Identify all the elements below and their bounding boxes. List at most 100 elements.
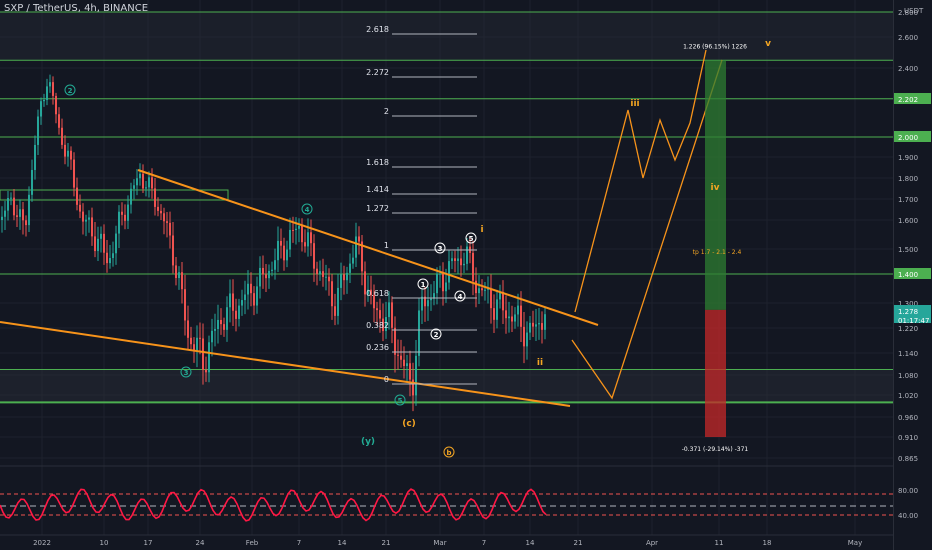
candle-body: [511, 316, 513, 322]
candle-body: [148, 177, 150, 188]
candle-body: [196, 337, 198, 351]
wave-label: iv: [711, 183, 720, 193]
candle-body: [55, 95, 57, 115]
candle-body: [139, 173, 141, 179]
candle-body: [64, 144, 66, 157]
time-tick-label: Apr: [646, 539, 658, 547]
fib-level-label: 0.618: [366, 289, 389, 298]
candle-body: [508, 316, 510, 319]
candle-body: [526, 332, 528, 347]
tp-label: tp 1.7 - 2.1 - 2.4: [693, 249, 742, 256]
candle-body: [304, 242, 306, 247]
candle-body: [484, 289, 486, 291]
candle-body: [514, 314, 516, 322]
time-tick-label: 10: [100, 539, 109, 547]
wave-projection: [571, 49, 723, 400]
candle-body: [532, 322, 534, 327]
loss-zone: [705, 309, 726, 437]
candle-body: [319, 271, 321, 275]
time-tick-label: 7: [297, 539, 301, 547]
candle-body: [280, 240, 282, 246]
candle-body: [193, 344, 195, 351]
candle-body: [208, 342, 210, 373]
candle-body: [94, 236, 96, 252]
chart-title: SXP / TetherUS, 4h, BINANCE: [4, 3, 149, 14]
candle-body: [517, 305, 519, 315]
wave-label: 3: [438, 245, 443, 253]
candle-body: [163, 213, 165, 222]
candle-body: [271, 269, 273, 271]
candle-body: [34, 144, 36, 170]
candle-body: [472, 252, 474, 281]
candle-body: [1, 216, 3, 220]
candle-body: [19, 209, 21, 217]
candle-body: [172, 235, 174, 266]
candle-body: [388, 302, 390, 318]
wave-label: 5: [469, 235, 474, 243]
candle-body: [10, 197, 12, 199]
time-tick-label: 17: [144, 539, 153, 547]
candle-body: [520, 305, 522, 327]
candle-body: [100, 233, 102, 239]
candle-body: [91, 217, 93, 237]
candle-body: [436, 273, 438, 294]
candle-body: [118, 211, 120, 234]
candle-body: [202, 338, 204, 370]
wave-label: iii: [630, 99, 639, 109]
wave-label: 1: [421, 281, 426, 289]
candle-body: [58, 114, 60, 128]
projection-path-a: [574, 49, 707, 313]
fib-level-label: 0.236: [366, 343, 389, 352]
candle-body: [256, 286, 258, 306]
price-chart[interactable]: 2.618 2.272 2 1.618 1.414 1.272 1 0.618 0.382 0.2…: [0, 0, 932, 550]
fib-level-label: 1: [384, 241, 389, 250]
candle-body: [262, 267, 264, 275]
candle-body: [166, 221, 168, 223]
candle-body: [523, 326, 525, 347]
candle-body: [157, 206, 159, 211]
candle-body: [238, 305, 240, 319]
candle-body: [175, 265, 177, 279]
candle-body: [76, 187, 78, 205]
candle-body: [25, 220, 27, 226]
fib-level-label: 1.414: [366, 185, 389, 194]
candle-body: [244, 294, 246, 301]
horizontal-levels: [0, 11, 893, 404]
candle-body: [463, 263, 465, 266]
candle-body: [340, 274, 342, 288]
candle-body: [151, 177, 153, 189]
candle-body: [154, 188, 156, 207]
candle-body: [88, 217, 90, 220]
candle-body: [535, 324, 537, 327]
candle-body: [292, 229, 294, 231]
wave-label: (y): [361, 437, 375, 447]
candle-body: [394, 327, 396, 355]
candle-body: [136, 178, 138, 186]
candle-body: [130, 188, 132, 205]
candle-body: [187, 320, 189, 338]
candle-body: [325, 276, 327, 278]
candle-body: [31, 169, 33, 195]
candle-body: [541, 323, 543, 330]
candle-body: [133, 185, 135, 189]
candle-body: [460, 258, 462, 266]
time-tick-label: 7: [482, 539, 486, 547]
time-tick-label: Mar: [433, 539, 446, 547]
candle-body: [391, 302, 393, 328]
candle-body: [505, 310, 507, 319]
candle-body: [268, 270, 270, 279]
wave-label: b: [446, 449, 451, 457]
candle-body: [115, 233, 117, 254]
candle-body: [97, 238, 99, 252]
candle-body: [538, 323, 540, 325]
candle-body: [295, 228, 297, 231]
time-axis[interactable]: 2022 10 17 24 Feb 7 14 21 Mar 7 14 21 Apr 11 18 May: [0, 534, 893, 547]
candle-body: [259, 267, 261, 287]
candle-body: [376, 308, 378, 311]
time-tick-label: 24: [196, 539, 205, 547]
candle-body: [403, 359, 405, 367]
fib-level-label: 0: [384, 375, 389, 384]
time-tick-label: 21: [574, 539, 583, 547]
candle-body: [265, 274, 267, 279]
candle-body: [28, 194, 30, 226]
